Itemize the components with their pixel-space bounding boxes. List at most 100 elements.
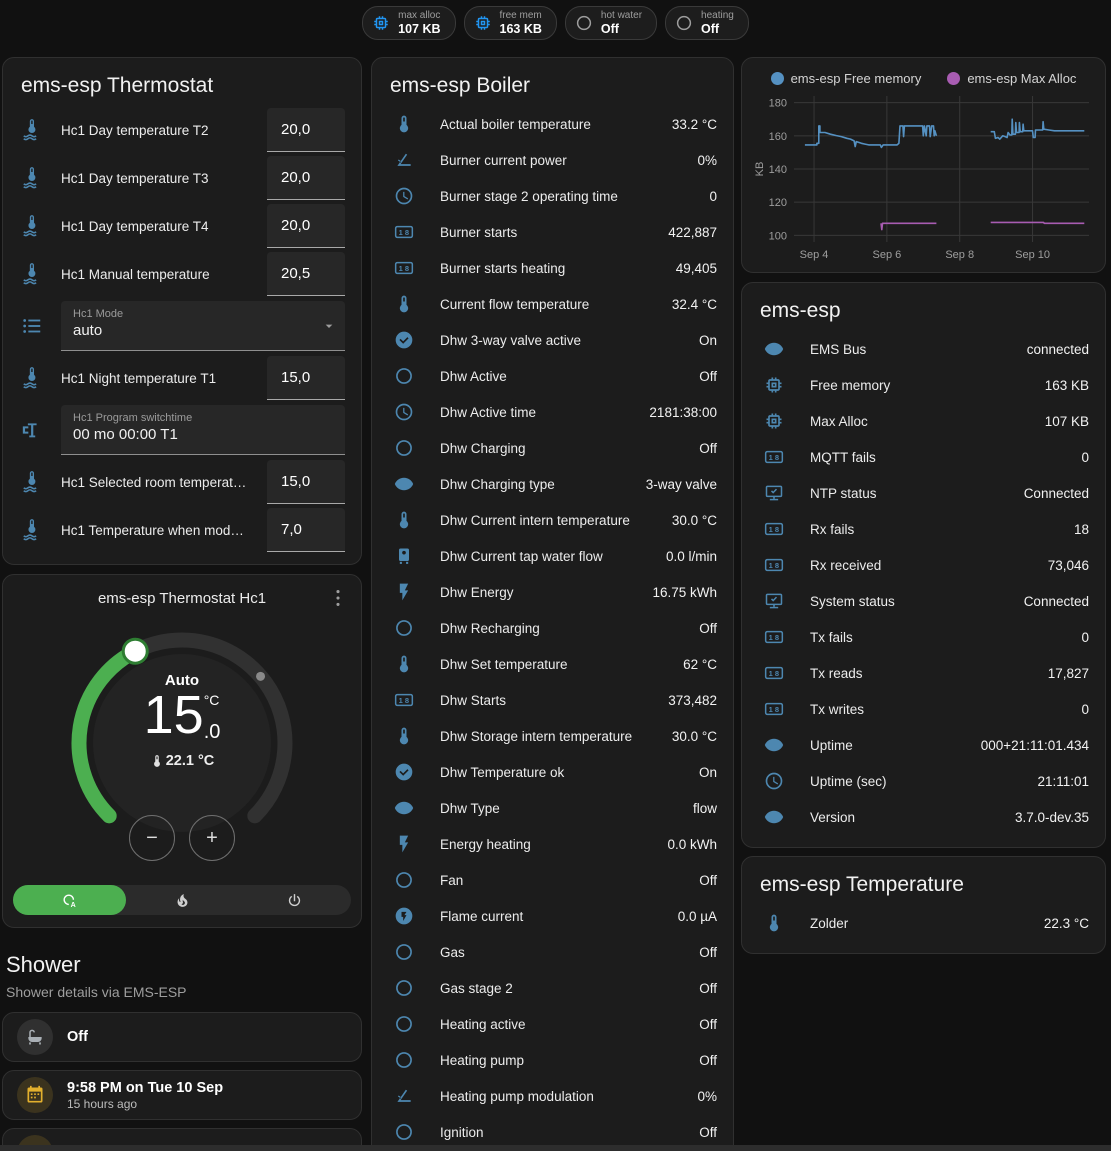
entity-row[interactable]: Hc1 Mode auto — [19, 301, 345, 351]
sensor-row[interactable]: Free memory 163 KB — [758, 367, 1089, 403]
legend-item[interactable]: ems-esp Free memory — [771, 71, 922, 86]
sensor-row[interactable]: Heating active Off — [388, 1006, 717, 1042]
sensor-row[interactable]: 18 Rx fails 18 — [758, 511, 1089, 547]
sensor-row[interactable]: Dhw Type flow — [388, 790, 717, 826]
status-chip[interactable]: hot water Off — [565, 6, 657, 40]
sensor-row[interactable]: Dhw 3-way valve active On — [388, 322, 717, 358]
sensor-row[interactable]: 18 Tx writes 0 — [758, 691, 1089, 727]
svg-text:Sep 8: Sep 8 — [945, 249, 974, 261]
header-chips: max alloc 107 KB free mem 163 KB hot wat… — [0, 6, 1111, 40]
entity-row[interactable]: Hc1 Day temperature T4 20,0 — [19, 202, 345, 250]
thermostat-dial[interactable]: Auto 15 °C .0 22.1 °C − + — [56, 617, 308, 869]
number-input[interactable]: 15,0 — [267, 460, 345, 504]
sensor-row[interactable]: Current flow temperature 32.4 °C — [388, 286, 717, 322]
number-input[interactable]: 15,0 — [267, 356, 345, 400]
number-input[interactable]: 20,0 — [267, 156, 345, 200]
number-input[interactable]: 20,0 — [267, 204, 345, 248]
hvac-mode-button[interactable]: A — [13, 885, 126, 915]
hvac-mode-button[interactable] — [238, 885, 351, 915]
sensor-row[interactable]: Max Alloc 107 KB — [758, 403, 1089, 439]
more-options-icon[interactable] — [327, 587, 349, 609]
sensor-row[interactable]: 18 Dhw Starts 373,482 — [388, 682, 717, 718]
chip-label: free mem — [500, 10, 542, 21]
entity-row[interactable]: Hc1 Day temperature T3 20,0 — [19, 154, 345, 202]
sensor-row[interactable]: Uptime 000+21:11:01.434 — [758, 727, 1089, 763]
thermometer-icon — [394, 654, 414, 674]
sensor-row[interactable]: Gas Off — [388, 934, 717, 970]
sensor-row[interactable]: Dhw Set temperature 62 °C — [388, 646, 717, 682]
entity-row[interactable]: Hc1 Selected room temperat… 15,0 — [19, 458, 345, 506]
status-chip[interactable]: free mem 163 KB — [464, 6, 557, 40]
sensor-row[interactable]: Heating pump modulation 0% — [388, 1078, 717, 1114]
boiler-rows: Actual boiler temperature 33.2 °C Burner… — [388, 106, 717, 1150]
shower-item[interactable]: Off — [2, 1012, 362, 1062]
sensor-row[interactable]: NTP status Connected — [758, 475, 1089, 511]
sensor-row[interactable]: Dhw Temperature ok On — [388, 754, 717, 790]
sensor-row[interactable]: 18 Burner starts heating 49,405 — [388, 250, 717, 286]
sensor-row[interactable]: 18 MQTT fails 0 — [758, 439, 1089, 475]
sensor-row[interactable]: 18 Tx fails 0 — [758, 619, 1089, 655]
sensor-row[interactable]: Gas stage 2 Off — [388, 970, 717, 1006]
sensor-row[interactable]: 18 Tx reads 17,827 — [758, 655, 1089, 691]
sensor-row[interactable]: Version 3.7.0-dev.35 — [758, 799, 1089, 835]
thermometer-icon — [394, 114, 414, 134]
sensor-row[interactable]: Flame current 0.0 µA — [388, 898, 717, 934]
sensor-row[interactable]: Fan Off — [388, 862, 717, 898]
sensor-row[interactable]: Dhw Charging type 3-way valve — [388, 466, 717, 502]
sensor-row[interactable]: Dhw Recharging Off — [388, 610, 717, 646]
legend-item[interactable]: ems-esp Max Alloc — [947, 71, 1076, 86]
sensor-value: Off — [699, 873, 717, 888]
status-chip[interactable]: max alloc 107 KB — [362, 6, 455, 40]
number-input[interactable]: 20,5 — [267, 252, 345, 296]
eye-icon — [764, 339, 784, 359]
sensor-row[interactable]: Burner current power 0% — [388, 142, 717, 178]
hvac-mode-button[interactable] — [126, 885, 239, 915]
entity-row[interactable]: Hc1 Program switchtime 00 mo 00:00 T1 — [19, 405, 345, 455]
thermostat-rows: Hc1 Day temperature T2 20,0 Hc1 Day temp… — [19, 106, 345, 554]
sensor-row[interactable]: 18 Burner starts 422,887 — [388, 214, 717, 250]
sensor-row[interactable]: Heating pump Off — [388, 1042, 717, 1078]
mode-select[interactable]: Hc1 Mode auto — [61, 301, 345, 351]
svg-text:160: 160 — [769, 131, 787, 143]
sensor-row[interactable]: Actual boiler temperature 33.2 °C — [388, 106, 717, 142]
status-chip[interactable]: heating Off — [665, 6, 749, 40]
sensor-row[interactable]: Dhw Charging Off — [388, 430, 717, 466]
sensor-row[interactable]: Dhw Current tap water flow 0.0 l/min — [388, 538, 717, 574]
number-input[interactable]: 20,0 — [267, 108, 345, 152]
sensor-row[interactable]: Burner stage 2 operating time 0 — [388, 178, 717, 214]
temperature-decrease-button[interactable]: − — [129, 815, 175, 861]
dial-arc[interactable] — [56, 617, 308, 869]
sensor-label: Ignition — [440, 1125, 691, 1140]
shower-item[interactable]: 9:58 PM on Tue 10 Sep 15 hours ago — [2, 1070, 362, 1120]
sensor-row[interactable]: Dhw Storage intern temperature 30.0 °C — [388, 718, 717, 754]
text-input[interactable]: Hc1 Program switchtime 00 mo 00:00 T1 — [61, 405, 345, 455]
entity-row[interactable]: Hc1 Night temperature T1 15,0 — [19, 354, 345, 402]
entity-row[interactable]: Hc1 Temperature when mod… 7,0 — [19, 506, 345, 554]
entity-row[interactable]: Hc1 Day temperature T2 20,0 — [19, 106, 345, 154]
sensor-row[interactable]: Energy heating 0.0 kWh — [388, 826, 717, 862]
sensor-row[interactable]: System status Connected — [758, 583, 1089, 619]
number-input[interactable]: 7,0 — [267, 508, 345, 552]
sensor-row[interactable]: Dhw Active Off — [388, 358, 717, 394]
sensor-row[interactable]: Dhw Current intern temperature 30.0 °C — [388, 502, 717, 538]
sensor-row[interactable]: Dhw Active time 2181:38:00 — [388, 394, 717, 430]
chip-label: heating — [701, 10, 734, 21]
chip-value: Off — [601, 22, 642, 36]
sensor-row[interactable]: EMS Bus connected — [758, 331, 1089, 367]
sensor-label: Fan — [440, 873, 691, 888]
sensor-label: Heating pump — [440, 1053, 691, 1068]
sensor-row[interactable]: 18 Rx received 73,046 — [758, 547, 1089, 583]
sensor-value: 0 — [709, 189, 717, 204]
svg-text:180: 180 — [769, 98, 787, 110]
bathtub-icon — [25, 1027, 45, 1047]
thermometer-waves-icon — [21, 215, 43, 237]
thermostat-card: ems-esp Thermostat Hc1 Day temperature T… — [2, 57, 362, 565]
sensor-label: Dhw Recharging — [440, 621, 691, 636]
sensor-row[interactable]: Dhw Energy 16.75 kWh — [388, 574, 717, 610]
temperature-increase-button[interactable]: + — [189, 815, 235, 861]
sensor-label: Dhw Current tap water flow — [440, 549, 658, 564]
sensor-row[interactable]: Uptime (sec) 21:11:01 — [758, 763, 1089, 799]
sensor-row[interactable]: Zolder 22.3 °C — [758, 905, 1089, 941]
entity-row[interactable]: Hc1 Manual temperature 20,5 — [19, 250, 345, 298]
sensor-label: System status — [810, 594, 1016, 609]
